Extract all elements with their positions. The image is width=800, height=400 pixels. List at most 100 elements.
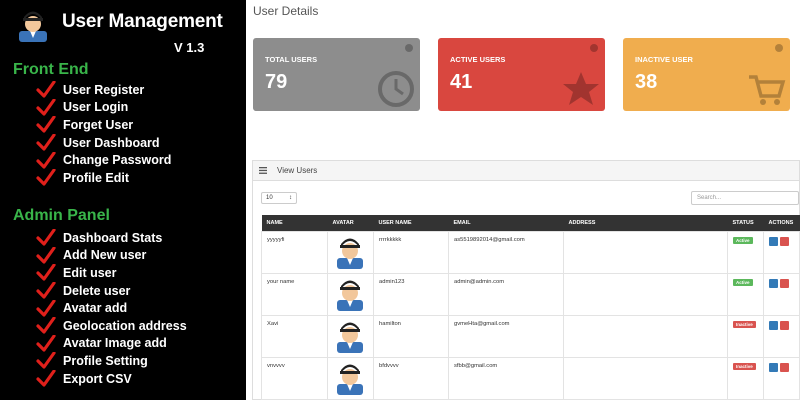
cell-username: bfdvvvv xyxy=(373,356,449,400)
delete-button[interactable] xyxy=(780,278,789,288)
page-title: User Details xyxy=(253,4,319,18)
feature-label: Change Password xyxy=(63,153,172,168)
chevron-down-icon: ↕ xyxy=(289,195,292,201)
table-row[interactable]: Xavi hamilton gvmeHta@gmail.com Inactive xyxy=(261,314,800,358)
checkmark-icon xyxy=(36,134,56,151)
stat-card-total-users: TOTAL USERS 79 xyxy=(253,38,420,111)
cell-avatar xyxy=(327,230,374,274)
cell-email: admin@admin.com xyxy=(448,272,564,316)
feature-label: Export CSV xyxy=(63,371,132,386)
table-row[interactable]: yyyyyfi rrrrkkkkk as5519892014@gmail.com Ac… xyxy=(261,230,800,274)
feature-item: User Dashboard xyxy=(36,134,171,152)
checkmark-icon xyxy=(36,229,56,246)
close-icon[interactable] xyxy=(590,44,598,52)
feature-item: User Login xyxy=(36,98,171,117)
cell-name: Xavi xyxy=(261,314,328,358)
cell-address xyxy=(563,314,728,358)
app-title: User Management xyxy=(62,11,223,32)
star-icon xyxy=(563,72,599,105)
column-header[interactable]: NAME xyxy=(261,215,328,231)
table-row[interactable]: vnvvvv bfdvvvv sfbb@gmail.com Inactive xyxy=(261,356,800,400)
user-logo-icon xyxy=(19,11,47,42)
cell-username: hamilton xyxy=(373,314,449,358)
table-row[interactable]: your name admin123 admin@admin.com Active xyxy=(261,272,800,316)
feature-label: Avatar add xyxy=(63,301,128,316)
table-header-row: NAME AVATAR USER NAME EMAIL ADDRESS STATUS ACT… xyxy=(261,215,800,231)
status-badge: Inactive xyxy=(733,320,756,328)
stat-value: 38 xyxy=(635,71,658,93)
column-header[interactable]: ACTIONS xyxy=(763,215,800,231)
front-end-title: Front End xyxy=(13,61,89,78)
cell-address xyxy=(563,356,728,400)
column-header[interactable]: ADDRESS xyxy=(563,215,728,231)
feature-label: Delete user xyxy=(63,283,131,298)
close-icon[interactable] xyxy=(405,44,413,52)
edit-button[interactable] xyxy=(769,278,778,288)
status-badge: Inactive xyxy=(733,362,756,370)
delete-button[interactable] xyxy=(780,362,789,372)
cell-actions xyxy=(763,230,800,274)
checkmark-icon xyxy=(36,317,56,334)
stat-card-inactive-users: INACTIVE USER 38 xyxy=(623,38,790,111)
cell-username: admin123 xyxy=(373,272,449,316)
feature-label: Geolocation address xyxy=(63,318,187,333)
feature-item: Profile Setting xyxy=(36,352,187,370)
feature-item: Dashboard Stats xyxy=(36,229,187,247)
feature-label: Profile Setting xyxy=(63,353,148,368)
cell-address xyxy=(563,272,728,316)
cell-status: Active xyxy=(727,230,764,274)
edit-button[interactable] xyxy=(769,236,778,246)
checkmark-icon xyxy=(36,116,56,134)
status-badge: Active xyxy=(733,278,753,286)
avatar xyxy=(337,322,363,353)
avatar xyxy=(337,238,363,269)
feature-item: Geolocation address xyxy=(36,317,187,335)
checkmark-icon xyxy=(36,264,56,282)
checkmark-icon xyxy=(36,352,56,370)
cell-name: vnvvvv xyxy=(261,356,328,400)
avatar xyxy=(337,280,363,311)
view-users-panel: View Users 10 ↕ Search... NAME AVATAR USER… xyxy=(252,160,800,400)
column-header[interactable]: STATUS xyxy=(727,215,764,231)
feature-label: Forget User xyxy=(63,117,134,132)
admin-panel-feature-list: Dashboard Stats Add New user Edit user Dele… xyxy=(36,229,187,387)
feature-item: Export CSV xyxy=(36,370,187,388)
feature-item: Edit user xyxy=(36,264,187,282)
cell-avatar xyxy=(327,272,374,316)
stat-label: INACTIVE USER xyxy=(635,55,693,64)
feature-item: Profile Edit xyxy=(36,169,171,187)
column-header[interactable]: EMAIL xyxy=(448,215,564,231)
feature-label: Dashboard Stats xyxy=(63,230,163,245)
edit-button[interactable] xyxy=(769,362,778,372)
cell-email: sfbb@gmail.com xyxy=(448,356,564,400)
cell-status: Inactive xyxy=(727,356,764,400)
checkmark-icon xyxy=(36,334,56,352)
feature-label: Add New user xyxy=(63,248,147,263)
delete-button[interactable] xyxy=(780,236,789,246)
panel-title: View Users xyxy=(277,166,318,175)
close-icon[interactable] xyxy=(775,44,783,52)
page-length-select[interactable]: 10 ↕ xyxy=(261,192,297,204)
feature-label: User Register xyxy=(63,82,145,97)
column-header[interactable]: AVATAR xyxy=(327,215,374,231)
cell-avatar xyxy=(327,356,374,400)
stat-label: TOTAL USERS xyxy=(265,55,318,64)
stat-value: 79 xyxy=(265,71,288,93)
column-header[interactable]: USER NAME xyxy=(373,215,449,231)
cell-actions xyxy=(763,356,800,400)
front-end-feature-list: User Register User Login Forget User User D… xyxy=(36,81,171,187)
edit-button[interactable] xyxy=(769,320,778,330)
promo-panel: User Management V 1.3 Front End User Reg… xyxy=(0,0,246,400)
feature-item: Change Password xyxy=(36,151,171,169)
admin-dashboard: User Details TOTAL USERS 79 ACTIVE USERS… xyxy=(246,0,800,400)
feature-item: Avatar add xyxy=(36,299,187,317)
cell-name: yyyyyfi xyxy=(261,230,328,274)
stat-label: ACTIVE USERS xyxy=(450,55,506,64)
list-icon xyxy=(259,167,267,174)
feature-item: Add New user xyxy=(36,246,187,265)
cell-name: your name xyxy=(261,272,328,316)
avatar xyxy=(337,364,363,395)
cell-email: gvmeHta@gmail.com xyxy=(448,314,564,358)
search-input[interactable]: Search... xyxy=(691,191,799,205)
delete-button[interactable] xyxy=(780,320,789,330)
